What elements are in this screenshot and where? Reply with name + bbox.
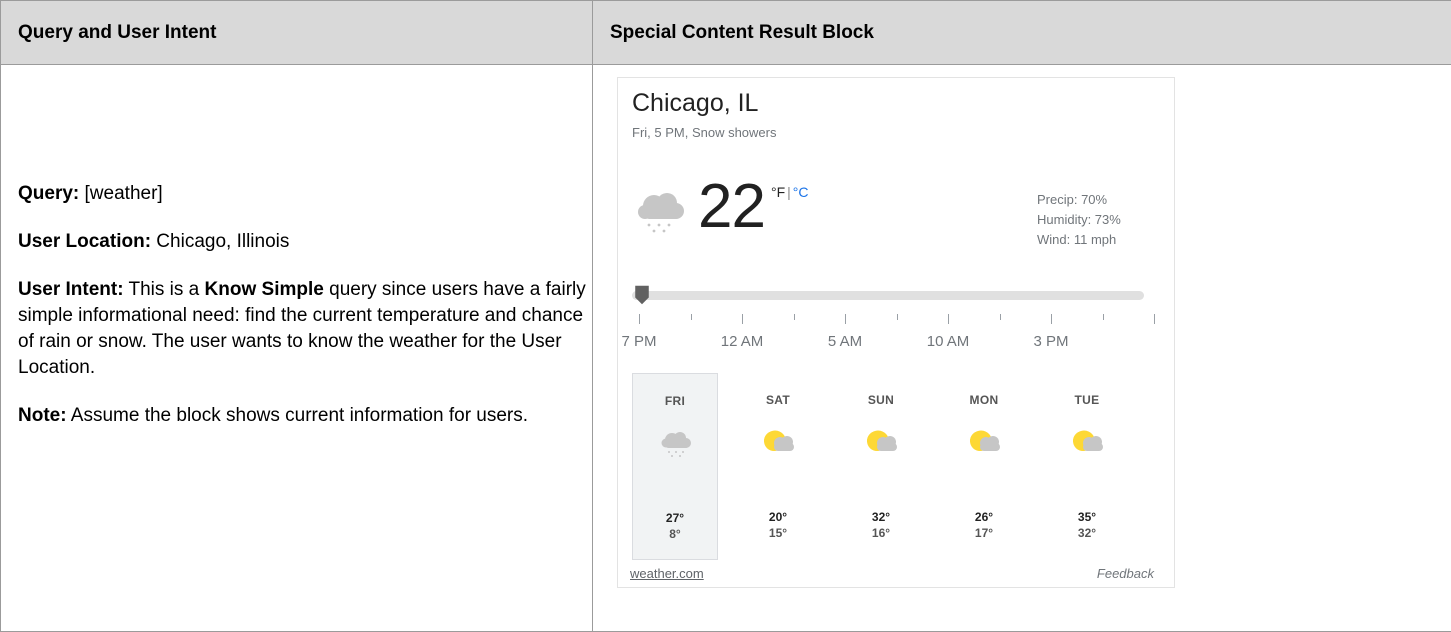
query-intent-cell: Query: [weather] User Location: Chicago,… xyxy=(1,65,593,632)
timeline-tick xyxy=(1000,314,1001,320)
city-title: Chicago, IL xyxy=(632,89,758,118)
day-name: WI xyxy=(1147,393,1175,407)
timeline-label: 10 AM xyxy=(927,333,970,350)
query-value: [weather] xyxy=(79,183,162,204)
day-low-temp: 17° xyxy=(941,526,1027,540)
partly-cloudy-icon xyxy=(967,428,1001,457)
query-line: Query: [weather] xyxy=(18,181,588,207)
unit-toggle: °F|°C xyxy=(771,184,809,200)
user-intent-label: User Intent: xyxy=(18,279,124,300)
timeline-tick xyxy=(691,314,692,320)
content-table: Query and User Intent Special Content Re… xyxy=(0,0,1451,632)
timeline-label: 12 AM xyxy=(721,333,764,350)
header-special-content: Special Content Result Block xyxy=(593,1,1451,65)
header-row: Query and User Intent Special Content Re… xyxy=(1,1,1451,65)
timeline-tick xyxy=(948,314,949,324)
day-name: TUE xyxy=(1044,393,1130,407)
fahrenheit-unit[interactable]: °F xyxy=(771,184,785,200)
day-name: FRI xyxy=(633,394,717,408)
day-name: SUN xyxy=(838,393,924,407)
body-row: Query: [weather] User Location: Chicago,… xyxy=(1,65,1451,632)
special-content-cell: Chicago, IL Fri, 5 PM, Snow showers xyxy=(593,65,1451,632)
day-high-temp: 32° xyxy=(838,510,924,524)
feedback-link[interactable]: Feedback xyxy=(1097,566,1154,581)
weather-card: Chicago, IL Fri, 5 PM, Snow showers xyxy=(617,77,1175,588)
daily-forecast: FRI 27° 8° SAT 20° 15° SUN 32° 16° MON 26° 17° TUE 35… xyxy=(632,373,1175,560)
header-query-intent: Query and User Intent xyxy=(1,1,593,65)
source-link[interactable]: weather.com xyxy=(630,566,704,581)
day-column-fri[interactable]: FRI 27° 8° xyxy=(632,373,718,560)
day-column-mon[interactable]: MON 26° 17° xyxy=(941,373,1027,560)
day-column-wi[interactable]: WI 3 2( xyxy=(1147,373,1175,560)
query-label: Query: xyxy=(18,183,79,204)
day-low-temp: 15° xyxy=(735,526,821,540)
day-low-temp: 16° xyxy=(838,526,924,540)
unit-separator: | xyxy=(787,184,791,200)
day-name: MON xyxy=(941,393,1027,407)
cloud-icon xyxy=(1173,428,1175,457)
day-column-tue[interactable]: TUE 35° 32° xyxy=(1044,373,1130,560)
precip-value: Precip: 70% xyxy=(1037,190,1121,210)
user-intent-line: User Intent: This is a Know Simple query… xyxy=(18,277,588,381)
user-intent-text-1: This is a xyxy=(124,279,205,300)
note-label: Note: xyxy=(18,405,67,426)
timeline-tick xyxy=(1103,314,1104,320)
timeline-handle[interactable] xyxy=(632,284,652,306)
day-high-temp: 20° xyxy=(735,510,821,524)
timeline-label: 5 AM xyxy=(828,333,862,350)
day-high-temp: 26° xyxy=(941,510,1027,524)
weather-details: Precip: 70% Humidity: 73% Wind: 11 mph xyxy=(1037,190,1121,250)
wind-value: Wind: 11 mph xyxy=(1037,230,1121,250)
timeline-track[interactable] xyxy=(632,291,1144,300)
day-low-temp: 8° xyxy=(633,527,717,541)
location-value: Chicago, Illinois xyxy=(151,231,289,252)
day-low-temp: 32° xyxy=(1044,526,1130,540)
note-line: Note: Assume the block shows current inf… xyxy=(18,403,588,429)
day-high-temp: 35° xyxy=(1044,510,1130,524)
timeline-tick xyxy=(1154,314,1155,324)
partly-cloudy-icon xyxy=(1070,428,1104,457)
timeline-tick xyxy=(845,314,846,324)
intent-text: Query: [weather] User Location: Chicago,… xyxy=(18,181,588,451)
weather-subtitle: Fri, 5 PM, Snow showers xyxy=(632,125,777,140)
timeline-label: 7 PM xyxy=(621,333,656,350)
timeline-tick xyxy=(639,314,640,324)
day-high-temp: 3 xyxy=(1147,510,1175,524)
snow-cloud-icon xyxy=(634,190,688,234)
timeline-tick xyxy=(1051,314,1052,324)
snow-cloud-icon xyxy=(659,429,693,462)
timeline-label: 3 PM xyxy=(1033,333,1068,350)
know-simple-label: Know Simple xyxy=(205,279,324,300)
day-high-temp: 27° xyxy=(633,511,717,525)
timeline-tick xyxy=(794,314,795,320)
timeline-tick xyxy=(897,314,898,320)
timeline-tick xyxy=(742,314,743,324)
partly-cloudy-icon xyxy=(761,428,795,457)
day-low-temp: 2( xyxy=(1147,526,1175,540)
humidity-value: Humidity: 73% xyxy=(1037,210,1121,230)
note-text: Assume the block shows current informati… xyxy=(67,405,528,426)
celsius-unit[interactable]: °C xyxy=(793,184,809,200)
location-line: User Location: Chicago, Illinois xyxy=(18,229,588,255)
partly-cloudy-icon xyxy=(864,428,898,457)
location-label: User Location: xyxy=(18,231,151,252)
current-temperature: 22 xyxy=(698,176,765,238)
day-column-sat[interactable]: SAT 20° 15° xyxy=(735,373,821,560)
day-name: SAT xyxy=(735,393,821,407)
day-column-sun[interactable]: SUN 32° 16° xyxy=(838,373,924,560)
